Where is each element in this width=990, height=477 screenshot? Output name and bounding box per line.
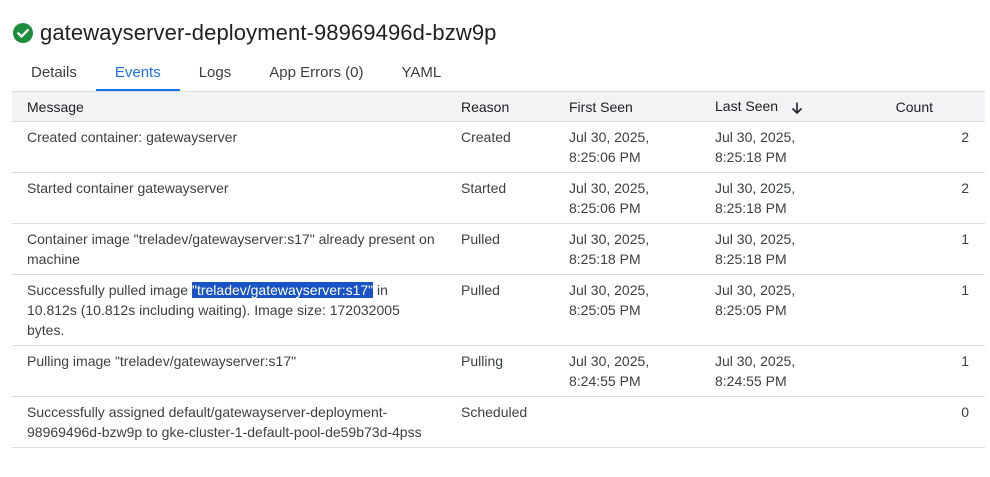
event-last-seen (701, 397, 847, 447)
event-reason: Pulled (461, 282, 500, 298)
event-first-seen: Jul 30, 2025, 8:25:05 PM (555, 275, 701, 345)
last-seen-date: Jul 30, 2025, (715, 282, 796, 298)
last-seen-time: 8:24:55 PM (715, 373, 787, 389)
first-seen-date: Jul 30, 2025, (569, 129, 650, 145)
last-seen-time: 8:25:05 PM (715, 302, 787, 318)
first-seen-time: 8:25:05 PM (569, 302, 641, 318)
last-seen-time: 8:25:18 PM (715, 251, 787, 267)
column-header-last-seen[interactable]: Last Seen (701, 98, 847, 114)
column-header-last-seen-label: Last Seen (715, 98, 779, 115)
event-reason: Started (461, 180, 507, 196)
event-last-seen: Jul 30, 2025, 8:25:18 PM (701, 224, 847, 274)
event-reason: Created (461, 129, 511, 145)
event-message: Container image "treladev/gatewayserver:… (27, 231, 435, 267)
event-last-seen: Jul 30, 2025, 8:25:18 PM (701, 173, 847, 223)
events-table: Message Reason First Seen Last Seen Coun… (12, 91, 985, 448)
event-count: 1 (961, 282, 969, 298)
tab-logs[interactable]: Logs (180, 58, 251, 91)
column-header-count[interactable]: Count (847, 99, 985, 115)
tab-bar: Details Events Logs App Errors (0) YAML (12, 58, 460, 91)
table-row: Started container gatewayserver Started … (12, 173, 985, 224)
event-last-seen: Jul 30, 2025, 8:24:55 PM (701, 346, 847, 396)
page-header: gatewayserver-deployment-98969496d-bzw9p (12, 19, 497, 47)
first-seen-time: 8:24:55 PM (569, 373, 641, 389)
page-title: gatewayserver-deployment-98969496d-bzw9p (40, 20, 497, 45)
event-message: Started container gatewayserver (27, 180, 229, 196)
event-count: 2 (961, 129, 969, 145)
table-row: Created container: gatewayserver Created… (12, 122, 985, 173)
event-first-seen: Jul 30, 2025, 8:25:18 PM (555, 224, 701, 274)
event-message: Successfully pulled image "treladev/gate… (12, 275, 447, 345)
event-message: Pulling image "treladev/gatewayserver:s1… (27, 353, 297, 369)
table-row: Pulling image "treladev/gatewayserver:s1… (12, 346, 985, 397)
first-seen-time: 8:25:06 PM (569, 200, 641, 216)
tab-app-errors[interactable]: App Errors (0) (250, 58, 382, 91)
selected-text-highlight[interactable]: "treladev/gatewayserver:s17" (191, 282, 374, 298)
last-seen-time: 8:25:18 PM (715, 149, 787, 165)
event-reason: Pulling (461, 353, 504, 369)
event-message: Created container: gatewayserver (27, 129, 238, 145)
first-seen-time: 8:25:18 PM (569, 251, 641, 267)
event-first-seen (555, 397, 701, 447)
message-text-before: Successfully pulled image (27, 282, 192, 298)
last-seen-time: 8:25:18 PM (715, 200, 787, 216)
event-first-seen: Jul 30, 2025, 8:24:55 PM (555, 346, 701, 396)
event-first-seen: Jul 30, 2025, 8:25:06 PM (555, 173, 701, 223)
table-row: Container image "treladev/gatewayserver:… (12, 224, 985, 275)
arrow-down-icon[interactable] (790, 101, 804, 115)
tab-details[interactable]: Details (12, 58, 96, 91)
column-header-message[interactable]: Message (12, 99, 447, 115)
last-seen-date: Jul 30, 2025, (715, 129, 796, 145)
event-count: 1 (961, 353, 969, 369)
check-circle-icon (12, 22, 34, 44)
first-seen-date: Jul 30, 2025, (569, 282, 650, 298)
last-seen-date: Jul 30, 2025, (715, 180, 796, 196)
event-last-seen: Jul 30, 2025, 8:25:05 PM (701, 275, 847, 345)
last-seen-date: Jul 30, 2025, (715, 353, 796, 369)
event-first-seen: Jul 30, 2025, 8:25:06 PM (555, 122, 701, 172)
last-seen-date: Jul 30, 2025, (715, 231, 796, 247)
tab-yaml[interactable]: YAML (382, 58, 460, 91)
table-row: Successfully pulled image "treladev/gate… (12, 275, 985, 346)
first-seen-date: Jul 30, 2025, (569, 180, 650, 196)
event-last-seen: Jul 30, 2025, 8:25:18 PM (701, 122, 847, 172)
first-seen-date: Jul 30, 2025, (569, 353, 650, 369)
table-header: Message Reason First Seen Last Seen Coun… (12, 92, 985, 122)
tab-events[interactable]: Events (95, 58, 180, 91)
event-count: 2 (961, 180, 969, 196)
event-count: 1 (961, 231, 969, 247)
first-seen-date: Jul 30, 2025, (569, 231, 650, 247)
column-header-first-seen[interactable]: First Seen (555, 99, 701, 115)
event-message: Successfully assigned default/gatewayser… (27, 404, 422, 440)
event-count: 0 (961, 404, 969, 420)
column-header-reason[interactable]: Reason (447, 99, 555, 115)
event-reason: Pulled (461, 231, 500, 247)
table-row: Successfully assigned default/gatewayser… (12, 397, 985, 448)
first-seen-time: 8:25:06 PM (569, 149, 641, 165)
event-reason: Scheduled (461, 404, 528, 420)
